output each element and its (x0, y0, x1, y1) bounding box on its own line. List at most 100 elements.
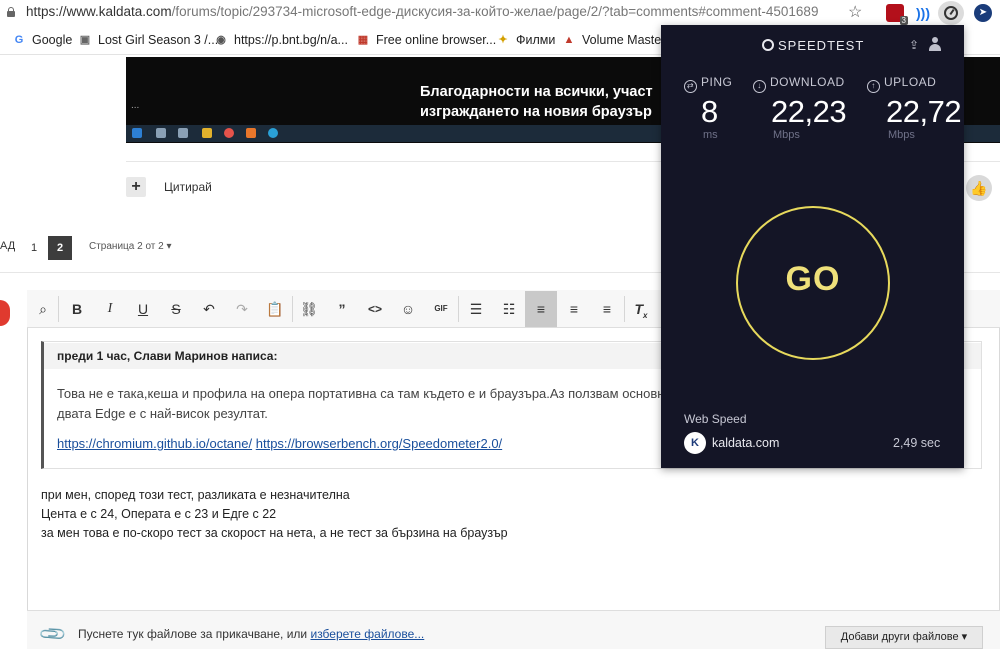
speedometer-link[interactable]: https://browserbench.org/Speedometer2.0/ (256, 436, 502, 451)
film-icon: ✦ (498, 34, 508, 46)
undo-icon[interactable]: ↶ (194, 291, 224, 327)
lock-icon[interactable] (7, 7, 15, 17)
reply-line: Цента е с 24, Операта е с 23 и Едге с 22 (41, 507, 277, 521)
quote-text-line: Това не е така,кеша и профила на опера п… (57, 386, 665, 401)
ping-unit: ms (703, 129, 718, 141)
bookmark-lost-girl[interactable]: ▣ Lost Girl Season 3 /... (78, 33, 218, 47)
pagination-page-1[interactable]: 1 (22, 236, 46, 260)
align-left-icon[interactable]: ≡ (525, 291, 557, 327)
url-text[interactable]: https://www.kaldata.com/forums/topic/293… (26, 4, 818, 19)
download-label-text: DOWNLOAD (770, 75, 845, 89)
speedtest-extension-icon[interactable] (938, 1, 964, 25)
bullet-list-icon[interactable]: ☰ (461, 291, 491, 327)
italic-icon[interactable]: I (95, 291, 125, 327)
bookmark-free-online-browser[interactable]: ▦ Free online browser... (356, 33, 496, 47)
ping-icon: ⇄ (684, 80, 697, 93)
google-icon: G (14, 34, 24, 46)
quote-button[interactable]: Цитирай (164, 180, 212, 194)
task-view-icon (178, 128, 188, 138)
wifi-extension-icon[interactable]: ))) (914, 4, 932, 22)
globe-icon: ◉ (216, 34, 226, 46)
align-right-icon[interactable]: ≡ (592, 291, 622, 327)
choose-files-link[interactable]: изберете файлове... (310, 627, 424, 641)
bookmark-filmi[interactable]: ✦ Филми (496, 33, 555, 47)
kaldata-logo-icon: K (684, 432, 706, 454)
pagination-prev[interactable]: АД (0, 240, 15, 252)
attach-instructions: Пуснете тук файлове за прикачване, или и… (78, 627, 424, 641)
address-bar[interactable]: https://www.kaldata.com/forums/topic/293… (0, 0, 1000, 26)
go-button-label[interactable]: GO (736, 260, 890, 299)
strikethrough-icon[interactable]: S (161, 291, 191, 327)
bookmark-label: Volume Master - (582, 33, 674, 47)
bookmark-label: Филми (516, 33, 556, 47)
gif-icon[interactable]: GIF (426, 291, 456, 327)
bookmark-bnt[interactable]: ◉ https://p.bnt.bg/n/a... (214, 33, 348, 47)
reply-line: за мен това е по-скоро тест за скорост н… (41, 526, 508, 540)
pagination-info-dropdown[interactable]: Страница 2 от 2 ▾ (89, 241, 172, 252)
preview-icon[interactable]: ⌕ (28, 291, 58, 327)
upload-label: ↑ UPLOAD (867, 75, 936, 93)
download-icon: ↓ (753, 80, 766, 93)
align-center-icon[interactable]: ≡ (559, 291, 589, 327)
bookmark-label: Free online browser... (376, 33, 497, 47)
toolbar-separator (58, 296, 59, 322)
bookmark-label: https://p.bnt.bg/n/a... (234, 33, 348, 47)
video-caption-line: Благодарности на всички, участ (420, 84, 653, 100)
speedtest-logo-text: SPEEDTEST (778, 38, 865, 53)
brave-icon (246, 128, 256, 138)
upload-value: 22,72 (886, 94, 962, 129)
bold-icon[interactable]: B (62, 291, 92, 327)
toolbar-separator (292, 296, 293, 322)
start-icon (132, 128, 142, 138)
bookmark-google[interactable]: G Google (12, 33, 73, 47)
speedtest-logo: SPEEDTEST (762, 38, 864, 53)
ping-label: ⇄ PING (684, 75, 732, 93)
compass-extension-icon[interactable]: ➤ (974, 4, 992, 22)
octane-link[interactable]: https://chromium.github.io/octane/ (57, 436, 252, 451)
ublock-extension-icon[interactable]: 3 (886, 4, 908, 25)
download-label: ↓ DOWNLOAD (753, 75, 845, 93)
upload-label-text: UPLOAD (884, 75, 937, 89)
pagination-page-2[interactable]: 2 (48, 236, 72, 260)
ping-value: 8 (701, 94, 718, 129)
volume-master-icon: ▲ (563, 34, 575, 46)
bookmark-volume-master[interactable]: ▲ Volume Master - (562, 33, 673, 47)
user-icon[interactable] (928, 37, 942, 51)
opera-icon (224, 128, 234, 138)
clear-format-icon[interactable]: Tx (626, 291, 656, 327)
bookmark-label: Lost Girl Season 3 /... (98, 33, 219, 47)
reply-line: при мен, според този тест, разликата е н… (41, 488, 350, 502)
folder-icon (202, 128, 212, 138)
link-icon[interactable]: ⛓ (294, 291, 324, 327)
download-unit: Mbps (773, 129, 800, 141)
multiquote-plus-button[interactable]: + (126, 177, 146, 197)
tested-host: kaldata.com (712, 436, 780, 450)
speedtest-gauge-icon (762, 39, 774, 51)
underline-icon[interactable]: U (128, 291, 158, 327)
paste-icon[interactable]: 📋 (260, 291, 290, 327)
quote-icon[interactable]: ” (327, 291, 357, 327)
emoji-icon[interactable]: ☺ (393, 291, 423, 327)
like-icon[interactable]: 👍 (966, 175, 992, 201)
quote-text-line: двата Edge е с най-висок резултат. (57, 406, 268, 421)
search-icon (156, 128, 166, 138)
upload-icon: ↑ (867, 80, 880, 93)
download-value: 22,23 (771, 94, 847, 129)
bookmark-star-icon[interactable]: ☆ (848, 2, 862, 22)
upload-unit: Mbps (888, 129, 915, 141)
share-icon[interactable]: ⇪ (909, 38, 919, 52)
add-files-button[interactable]: Добави други файлове ▾ (825, 626, 983, 649)
attach-text: Пуснете тук файлове за прикачване, или (78, 627, 311, 641)
avatar[interactable] (0, 300, 10, 326)
toolbar-separator (458, 296, 459, 322)
video-more-dots: ... (131, 100, 140, 111)
code-icon[interactable]: <> (360, 291, 390, 327)
numbered-list-icon[interactable]: ☷ (494, 291, 524, 327)
quote-text: Това не е така,кеша и профила на опера п… (57, 384, 664, 424)
toolbar-separator (624, 296, 625, 322)
reply-text[interactable]: при мен, според този тест, разликата е н… (41, 486, 508, 543)
web-speed-label: Web Speed (684, 412, 747, 426)
redo-icon[interactable]: ↷ (227, 291, 257, 327)
site-icon: ▦ (357, 34, 369, 46)
ping-label-text: PING (701, 75, 733, 89)
